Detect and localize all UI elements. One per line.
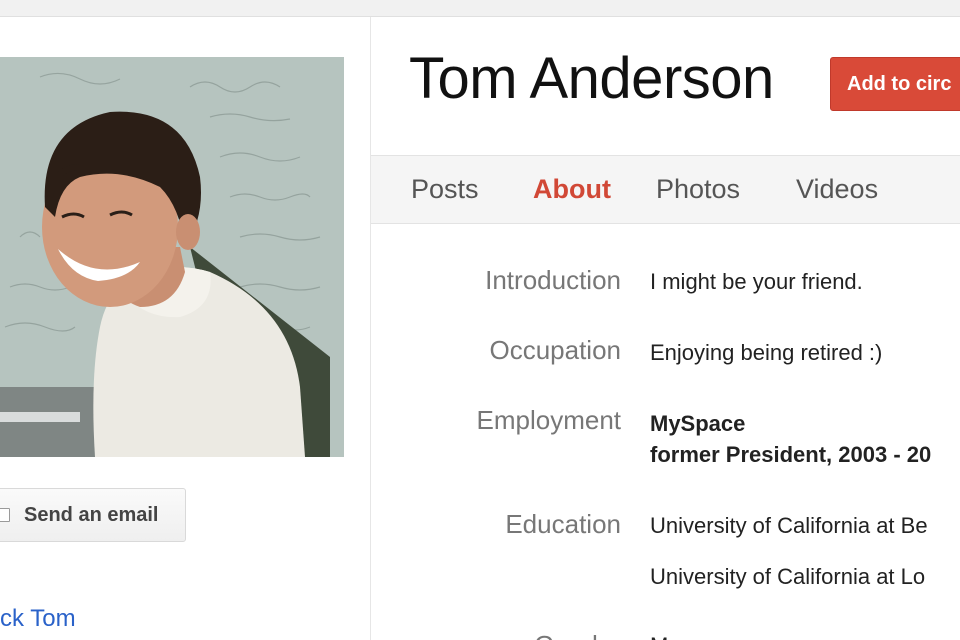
occupation-value: Enjoying being retired :) [650, 340, 883, 365]
tab-posts[interactable]: Posts [411, 174, 479, 205]
profile-page: Send an email ck Tom Tom Anderson Add to… [0, 0, 960, 640]
send-email-label: Send an email [24, 503, 159, 526]
occupation-label: Occupation [489, 335, 621, 365]
profile-photo[interactable] [0, 57, 344, 457]
employment-detail: former President, 2003 - 20 [650, 442, 932, 467]
profile-tabs: Posts About Photos Videos [371, 155, 960, 224]
tab-about[interactable]: About [533, 174, 611, 205]
block-user-link[interactable]: ck Tom [0, 605, 76, 633]
tab-videos[interactable]: Videos [796, 174, 878, 205]
send-email-button[interactable]: Send an email [0, 488, 186, 542]
tab-photos[interactable]: Photos [656, 174, 740, 205]
introduction-label: Introduction [485, 265, 621, 295]
profile-name: Tom Anderson [409, 46, 774, 111]
education-label: Education [505, 509, 621, 539]
right-column: Tom Anderson Add to circ Posts About Pho… [371, 17, 960, 640]
employment-label: Employment [476, 405, 622, 435]
left-column: Send an email ck Tom [0, 17, 371, 640]
education-school-2: University of California at Lo [650, 564, 926, 589]
employment-company: MySpace [650, 411, 746, 436]
gender-label: Gender [534, 630, 621, 640]
education-school-1: University of California at Be [650, 513, 928, 538]
gender-value: Ma [650, 633, 681, 640]
mail-icon [0, 508, 10, 522]
introduction-value: I might be your friend. [650, 269, 863, 294]
top-bar [0, 0, 960, 17]
add-to-circles-button[interactable]: Add to circ [830, 57, 960, 111]
